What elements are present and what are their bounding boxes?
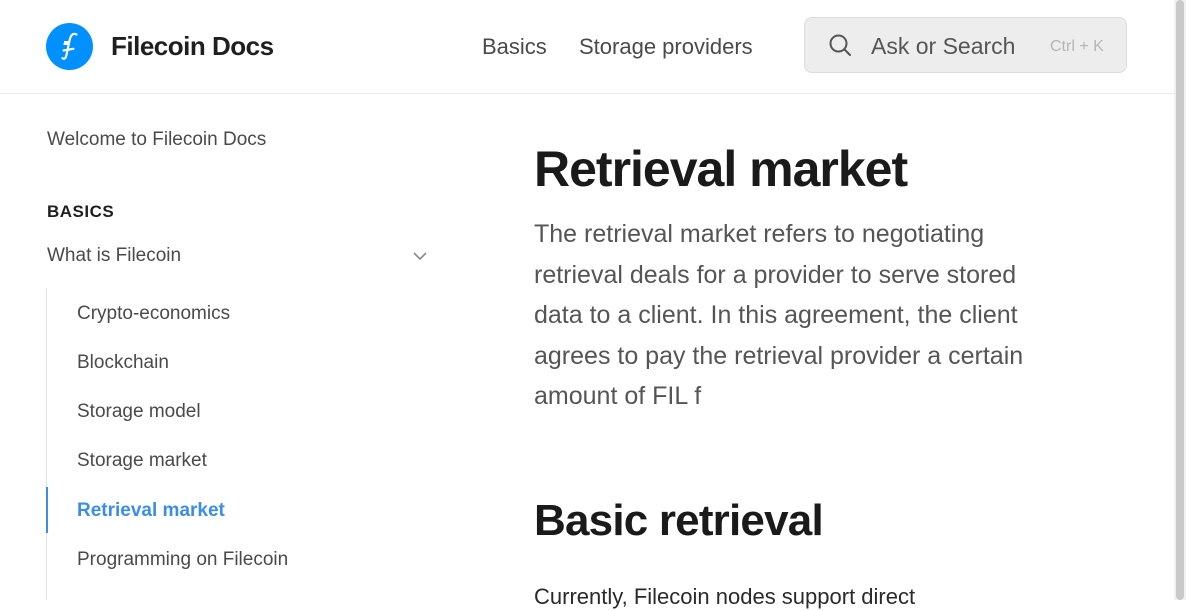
scrollbar-thumb[interactable] <box>1176 0 1184 600</box>
page-title: Retrieval market <box>534 141 908 197</box>
page-description: The retrieval market refers to negotiati… <box>534 220 1024 410</box>
brand-name[interactable]: Filecoin Docs <box>111 30 274 62</box>
search-icon <box>828 33 854 64</box>
sidebar-subnav-line <box>46 288 47 600</box>
section-heading-basic-retrieval: Basic retrieval <box>534 496 824 545</box>
chevron-down-icon[interactable] <box>412 249 428 268</box>
top-header: Filecoin Docs Basics Storage providers A… <box>0 0 1174 94</box>
sidebar-group-what-is-filecoin[interactable]: What is Filecoin <box>47 244 432 270</box>
sidebar-item-welcome[interactable]: Welcome to Filecoin Docs <box>47 128 266 152</box>
sidebar-item-storage-model[interactable]: Storage model <box>77 400 201 424</box>
section-body-text: Currently, Filecoin nodes support direct <box>534 584 916 609</box>
page-scrollbar[interactable] <box>1174 0 1186 600</box>
sidebar-item-blockchain[interactable]: Blockchain <box>77 351 169 375</box>
active-indicator <box>46 487 48 533</box>
search-shortcut: Ctrl + K <box>1050 38 1104 55</box>
sidebar-item-crypto-economics[interactable]: Crypto-economics <box>77 302 230 326</box>
nav-link-storage-providers[interactable]: Storage providers <box>579 33 753 61</box>
sidebar-item-retrieval-market[interactable]: Retrieval market <box>77 499 225 523</box>
sidebar-item-storage-market[interactable]: Storage market <box>77 449 207 473</box>
search-placeholder: Ask or Search <box>871 33 1016 59</box>
sidebar-section-heading: BASICS <box>47 202 115 221</box>
search-input[interactable]: Ask or Search Ctrl + K <box>804 17 1127 73</box>
filecoin-logo-icon[interactable] <box>46 23 93 70</box>
nav-link-basics[interactable]: Basics <box>482 33 547 61</box>
sidebar-group-label: What is Filecoin <box>47 245 182 266</box>
sidebar-item-programming-on-filecoin[interactable]: Programming on Filecoin <box>77 548 288 572</box>
